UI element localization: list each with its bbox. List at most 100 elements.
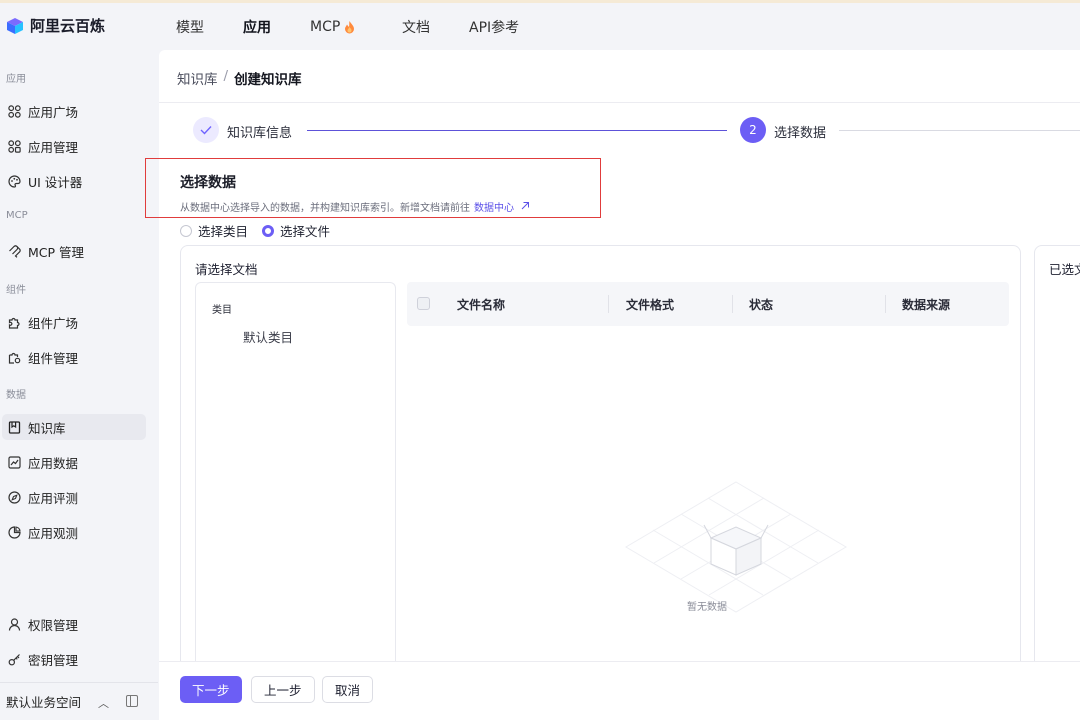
selected-documents-title: 已选文 (1049, 262, 1080, 277)
page-title: 创建知识库 (234, 72, 302, 88)
sidebar-item-label: 知识库 (28, 420, 66, 436)
step-1-check-icon (193, 117, 219, 143)
nav-models[interactable]: 模型 (176, 17, 243, 37)
select-all-checkbox[interactable] (417, 297, 430, 310)
sidebar-item-app-manage[interactable]: 应用管理 (2, 133, 146, 159)
step-2-number: 2 (740, 117, 766, 143)
nav-docs[interactable]: 文档 (402, 17, 469, 37)
sidebar-item-component-plaza[interactable]: 组件广场 (2, 309, 146, 335)
sidebar-item-label: 应用评测 (28, 490, 79, 506)
sidebar-item-app-plaza[interactable]: 应用广场 (2, 98, 146, 124)
step-1-label: 知识库信息 (227, 126, 293, 141)
top-bar: 阿里云百炼 模型 应用 MCP 文档 API参考 (0, 0, 1080, 50)
app-logo[interactable]: 阿里云百炼 (6, 15, 105, 36)
external-link-icon (521, 202, 530, 210)
category-item-default[interactable]: 默认类目 (243, 327, 293, 346)
data-center-link[interactable]: 数据中心 (474, 199, 530, 214)
radio-label: 选择文件 (280, 224, 331, 239)
sidebar-item-label: MCP 管理 (28, 244, 85, 260)
document-picker-title: 请选择文档 (195, 262, 258, 277)
breadcrumb: 知识库 / 创建知识库 (177, 68, 302, 88)
radio-select-file[interactable]: 选择文件 (262, 221, 330, 240)
header-divider (159, 102, 1080, 103)
workspace-name: 默认业务空间 (6, 695, 82, 710)
category-panel: 类目 默认类目 (195, 282, 396, 676)
section-title: 选择数据 (180, 175, 236, 191)
sidebar-group-app: 应用 (6, 74, 26, 85)
puzzle-manage-icon (7, 350, 21, 364)
column-divider (608, 295, 609, 313)
radio-circle (180, 224, 192, 237)
sidebar-item-label: 密钥管理 (28, 652, 79, 668)
sidebar-group-component: 组件 (6, 285, 26, 296)
category-header: 类目 (212, 305, 232, 316)
radio-circle-checked (262, 224, 275, 237)
sidebar-item-label: 应用观测 (28, 525, 79, 541)
sidebar-item-component-manage[interactable]: 组件管理 (2, 344, 146, 370)
sidebar-item-label: 组件管理 (28, 350, 79, 366)
palette-icon (7, 174, 21, 188)
sidebar-item-app-observe[interactable]: 应用观测 (2, 519, 146, 545)
sidebar-collapse-icon[interactable] (126, 695, 138, 707)
fire-icon (345, 20, 355, 33)
workspace-switcher[interactable]: 默认业务空间 ︿ (0, 682, 158, 720)
book-icon (7, 420, 21, 434)
sidebar-group-mcp: MCP (6, 210, 28, 221)
nav-api-reference[interactable]: API参考 (469, 17, 549, 37)
selected-documents-card: 已选文 (1034, 245, 1080, 675)
pie-icon (7, 525, 21, 539)
column-file-format: 文件格式 (626, 298, 675, 312)
sidebar-item-knowledge-base[interactable]: 知识库 (2, 414, 146, 440)
previous-step-button[interactable]: 上一步 (251, 676, 315, 703)
sidebar-item-label: 权限管理 (28, 617, 79, 633)
column-file-name: 文件名称 (457, 298, 506, 312)
data-center-link-label: 数据中心 (474, 203, 514, 214)
breadcrumb-knowledge-base[interactable]: 知识库 (177, 68, 218, 88)
sidebar-item-label: UI 设计器 (28, 174, 83, 190)
sidebar-item-label: 应用广场 (28, 104, 79, 120)
column-divider (732, 295, 733, 313)
user-icon (7, 617, 21, 631)
breadcrumb-separator: / (223, 68, 229, 84)
top-nav: 模型 应用 MCP 文档 API参考 (176, 17, 549, 37)
nav-apps[interactable]: 应用 (243, 17, 310, 37)
next-step-button[interactable]: 下一步 (180, 676, 242, 703)
chart-icon (7, 455, 21, 469)
radio-select-category[interactable]: 选择类目 (180, 221, 248, 240)
cancel-button[interactable]: 取消 (322, 676, 374, 703)
puzzle-icon (7, 315, 21, 329)
mcp-icon (7, 244, 21, 258)
app-title: 阿里云百炼 (30, 17, 106, 35)
section-description-text: 从数据中心选择导入的数据，并构建知识库索引。新增文档请前往 (180, 203, 470, 214)
section-description: 从数据中心选择导入的数据，并构建知识库索引。新增文档请前往 数据中心 (180, 199, 530, 214)
grid-icon (7, 104, 21, 118)
step-connector-done (307, 130, 727, 131)
column-data-source: 数据来源 (902, 298, 951, 312)
sidebar-item-keys[interactable]: 密钥管理 (2, 646, 146, 672)
radio-label: 选择类目 (198, 224, 249, 239)
sidebar-item-app-data[interactable]: 应用数据 (2, 449, 146, 475)
chevron-up-icon[interactable]: ︿ (98, 695, 109, 711)
nav-mcp[interactable]: MCP (310, 17, 402, 37)
sidebar: 应用 应用广场 应用管理 UI 设计器 MCP MCP 管理 组件 组件广场 组… (0, 50, 158, 720)
sidebar-item-label: 应用数据 (28, 455, 79, 471)
file-table-header: 文件名称 文件格式 状态 数据来源 (407, 282, 1009, 326)
document-picker-card: 请选择文档 类目 默认类目 文件名称 文件格式 状态 数据来源 暂无数据 (180, 245, 1021, 676)
column-status: 状态 (749, 298, 774, 312)
sidebar-item-mcp-manage[interactable]: MCP 管理 (2, 238, 146, 264)
nav-mcp-label: MCP (310, 19, 341, 35)
key-icon (7, 652, 21, 666)
sidebar-group-data: 数据 (6, 390, 26, 401)
sidebar-item-permission[interactable]: 权限管理 (2, 611, 146, 637)
apps-icon (7, 139, 21, 153)
sidebar-item-app-eval[interactable]: 应用评测 (2, 484, 146, 510)
step-connector-pending (839, 130, 1080, 131)
compass-icon (7, 490, 21, 504)
sidebar-item-label: 组件广场 (28, 315, 79, 331)
empty-box-icon (625, 481, 847, 613)
main-panel: 知识库 / 创建知识库 知识库信息 2 选择数据 选择数据 从数据中心选择导入的… (145, 50, 1080, 720)
logo-icon (7, 17, 23, 34)
sidebar-item-ui-designer[interactable]: UI 设计器 (2, 168, 146, 194)
sidebar-item-label: 应用管理 (28, 139, 79, 155)
empty-state-text: 暂无数据 (687, 602, 727, 613)
